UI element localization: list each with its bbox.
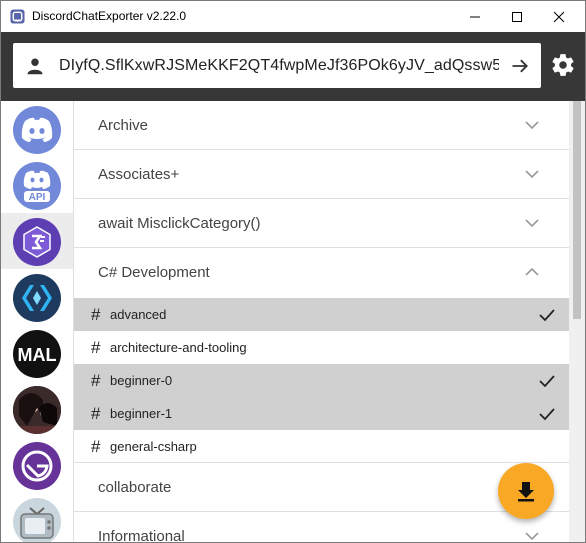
minimize-button[interactable]: [455, 1, 495, 32]
category-label: collaborate: [98, 479, 172, 496]
channel-label: beginner-0: [110, 373, 173, 388]
channel-item[interactable]: # beginner-1: [74, 397, 569, 430]
scrollbar[interactable]: [569, 101, 585, 542]
guild-item-csharp[interactable]: [1, 213, 73, 269]
close-button[interactable]: [539, 1, 579, 32]
pull-guilds-button[interactable]: [507, 53, 533, 79]
scrollbar-thumb[interactable]: [573, 101, 581, 319]
channel-label: architecture-and-tooling: [110, 340, 247, 355]
channel-item[interactable]: # architecture-and-tooling: [74, 331, 569, 364]
channel-list: Archive Associates+ await MisclickCatego…: [74, 101, 569, 542]
tv-logo-icon: [13, 498, 61, 542]
guild-item-gatsby[interactable]: [1, 437, 73, 493]
chevron-down-icon: [525, 219, 539, 228]
guild-item-discord-api[interactable]: API: [1, 157, 73, 213]
category-label: C# Development: [98, 264, 210, 281]
fluent-logo-icon: [13, 274, 61, 322]
category-label: Archive: [98, 117, 149, 134]
arrow-right-icon: [512, 59, 528, 73]
hash-icon: #: [91, 437, 101, 456]
guild-item-mal[interactable]: MAL: [1, 325, 73, 381]
gatsby-logo-icon: [13, 442, 61, 490]
channel-item[interactable]: # general-csharp: [74, 430, 569, 463]
channel-label: advanced: [110, 307, 167, 322]
category-header[interactable]: await MisclickCategory(): [74, 199, 569, 248]
guild-list: API MAL: [1, 101, 74, 542]
chevron-down-icon: [525, 121, 539, 130]
app-window: DiscordChatExporter v2.22.0 DIyfQ.SflKxw…: [0, 0, 586, 543]
person-icon: [27, 58, 43, 75]
category-header[interactable]: C# Development: [74, 248, 569, 296]
discord-api-logo-icon: API: [13, 162, 61, 210]
check-icon: [539, 309, 555, 322]
window-title: DiscordChatExporter v2.22.0: [32, 9, 187, 23]
chevron-up-icon: [525, 267, 539, 276]
title-bar[interactable]: DiscordChatExporter v2.22.0: [1, 1, 585, 32]
mal-logo-icon: MAL: [13, 330, 61, 378]
csharp-logo-icon: [13, 218, 61, 266]
export-button[interactable]: [498, 463, 554, 519]
channel-item[interactable]: # beginner-0: [74, 364, 569, 397]
hash-icon: #: [91, 338, 101, 357]
hash-icon: #: [91, 404, 101, 423]
hash-icon: #: [91, 371, 101, 390]
close-icon: [553, 11, 565, 22]
guild-item-fluent[interactable]: [1, 269, 73, 325]
guild-item-tv[interactable]: [1, 493, 73, 542]
category-header[interactable]: collaborate: [74, 463, 569, 512]
chevron-down-icon: [525, 170, 539, 179]
channel-label: beginner-1: [110, 406, 173, 421]
category-label: Associates+: [98, 166, 180, 183]
download-icon: [518, 482, 534, 502]
category-label: await MisclickCategory(): [98, 215, 261, 232]
app-icon: [10, 9, 25, 24]
anime-avatar-icon: [13, 386, 61, 434]
check-icon: [539, 408, 555, 421]
svg-text:MAL: MAL: [18, 345, 57, 365]
chevron-down-icon: [525, 532, 539, 541]
maximize-icon: [512, 11, 522, 22]
check-icon: [539, 375, 555, 388]
channel-label: general-csharp: [110, 439, 197, 454]
token-input[interactable]: [59, 55, 499, 77]
header-bar: [1, 32, 585, 101]
category-header[interactable]: Archive: [74, 101, 569, 150]
maximize-button[interactable]: [497, 1, 537, 32]
category-header[interactable]: Informational: [74, 512, 569, 542]
token-box: [13, 43, 541, 88]
category-header[interactable]: Associates+: [74, 150, 569, 199]
discord-logo-icon: [13, 106, 61, 154]
category-label: Informational: [98, 528, 185, 542]
channel-item[interactable]: # advanced: [74, 298, 569, 331]
hash-icon: #: [91, 305, 101, 324]
gear-icon[interactable]: [550, 52, 576, 78]
minimize-icon: [470, 16, 480, 17]
svg-text:API: API: [29, 192, 46, 203]
guild-item-anime[interactable]: [1, 381, 73, 437]
guild-item-direct-messages[interactable]: [1, 101, 73, 157]
